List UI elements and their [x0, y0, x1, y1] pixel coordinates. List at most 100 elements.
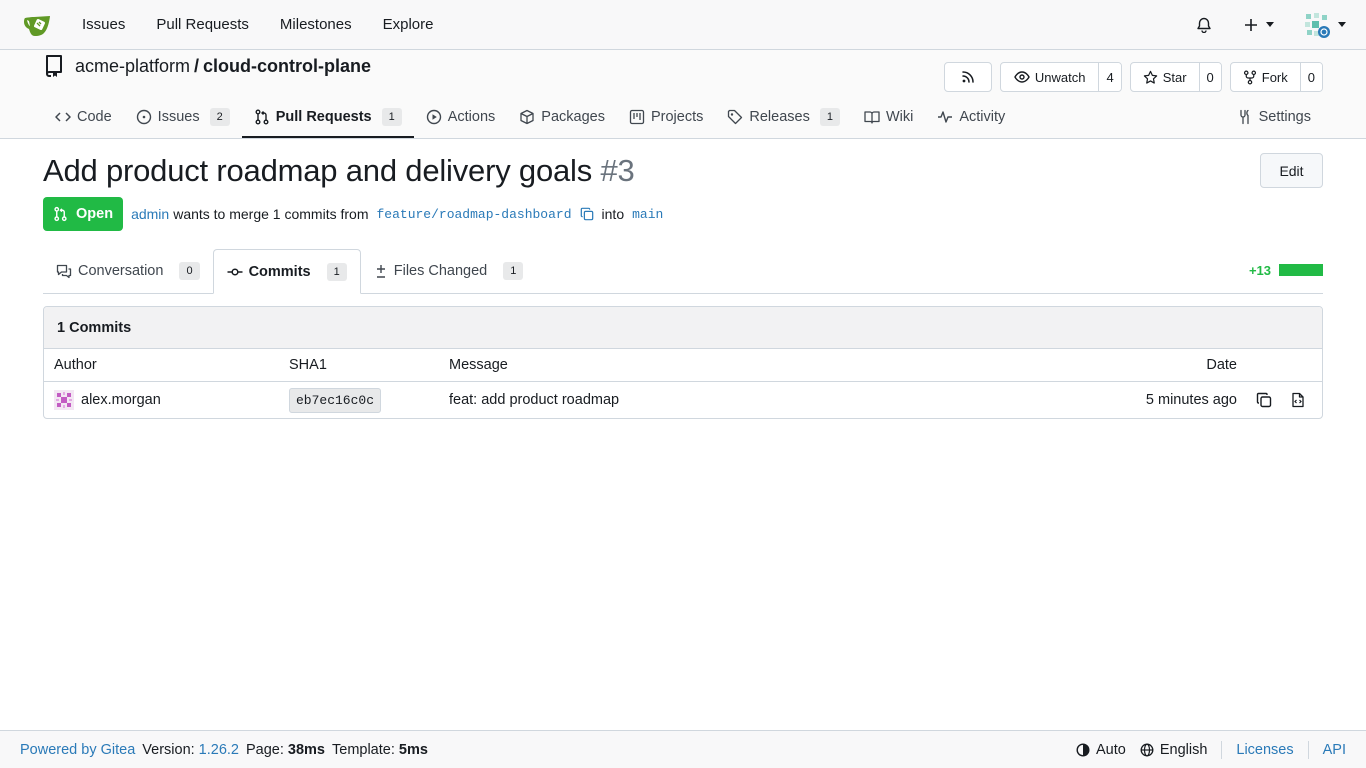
language-dropdown[interactable]: English	[1140, 742, 1207, 758]
diff-stats: +13	[1249, 247, 1323, 293]
notifications-bell-icon[interactable]	[1196, 17, 1212, 33]
tab-commits[interactable]: Commits 1	[212, 249, 361, 294]
pulls-count-badge: 1	[381, 107, 402, 126]
api-link[interactable]: API	[1323, 742, 1346, 758]
tab-packages-label: Packages	[541, 108, 605, 125]
tab-activity-label: Activity	[959, 108, 1006, 125]
star-label: Star	[1162, 69, 1187, 85]
tab-settings[interactable]: Settings	[1225, 97, 1323, 136]
tag-icon	[728, 109, 743, 124]
releases-count-badge: 1	[819, 107, 840, 126]
avatar	[1304, 12, 1330, 38]
into-text: into	[601, 206, 625, 222]
tab-issues[interactable]: Issues 2	[124, 97, 242, 136]
template-label: Template:	[332, 741, 395, 758]
tab-projects[interactable]: Projects	[617, 97, 715, 136]
plus-icon	[1245, 18, 1257, 31]
conversation-count-badge: 0	[179, 262, 200, 280]
chevron-down-icon	[1338, 22, 1346, 27]
tab-actions[interactable]: Actions	[414, 97, 508, 136]
commit-author-name: alex.morgan	[81, 392, 161, 408]
edit-button[interactable]: Edit	[1260, 153, 1323, 188]
nav-pull-requests[interactable]: Pull Requests	[156, 16, 249, 33]
tab-files-changed[interactable]: Files Changed 1	[361, 249, 537, 293]
column-sha: SHA1	[289, 357, 327, 373]
fork-icon	[1243, 70, 1256, 84]
page-label: Page:	[246, 741, 284, 758]
footer-divider	[1221, 740, 1223, 759]
repo-name-link[interactable]: cloud-control-plane	[203, 56, 371, 77]
version-label: Version:	[142, 741, 195, 758]
unwatch-button[interactable]: Unwatch	[1001, 63, 1099, 91]
stars-count[interactable]: 0	[1198, 63, 1221, 91]
repo-title: acme-platform / cloud-control-plane	[43, 54, 371, 78]
commits-heading: 1 Commits	[44, 307, 1322, 349]
nav-issues[interactable]: Issues	[82, 16, 125, 33]
rss-icon	[945, 63, 991, 91]
page-time: 38ms	[287, 741, 325, 758]
page-title: Add product roadmap and delivery goals #…	[43, 153, 635, 189]
nav-explore[interactable]: Explore	[383, 16, 434, 33]
comment-discussion-icon	[56, 264, 72, 278]
pr-author-link[interactable]: admin	[131, 206, 169, 222]
tab-pull-requests[interactable]: Pull Requests 1	[241, 97, 414, 138]
fork-button[interactable]: Fork	[1231, 63, 1300, 91]
star-icon	[1143, 70, 1157, 84]
diff-icon	[376, 264, 385, 278]
commits-count-badge: 1	[326, 262, 347, 281]
tab-releases-label: Releases	[749, 108, 810, 125]
star-button[interactable]: Star	[1131, 63, 1199, 91]
tab-packages[interactable]: Packages	[507, 97, 617, 136]
commit-sha: eb7ec16c0c	[289, 388, 382, 413]
play-icon	[426, 109, 441, 124]
tab-activity[interactable]: Activity	[925, 97, 1017, 136]
commits-table-header: Author SHA1 Message Date	[44, 349, 1322, 382]
copy-sha-icon[interactable]	[1256, 392, 1272, 408]
commit-author[interactable]: alex.morgan	[54, 390, 161, 410]
tab-code[interactable]: Code	[43, 97, 124, 136]
merge-text: wants to merge 1 commits from	[173, 206, 369, 222]
commit-message-link[interactable]: feat: add product roadmap	[449, 392, 619, 408]
tab-releases[interactable]: Releases 1	[715, 97, 852, 136]
status-badge: Open	[43, 197, 124, 231]
commits-list: 1 Commits Author SHA1 Message Date alex.…	[43, 306, 1323, 419]
commit-date: 5 minutes ago	[1145, 392, 1237, 408]
repo-owner-link[interactable]: acme-platform	[75, 56, 190, 77]
create-new-dropdown[interactable]	[1244, 18, 1274, 32]
tab-wiki[interactable]: Wiki	[852, 97, 925, 136]
base-branch-link[interactable]: main	[632, 207, 663, 222]
user-menu-dropdown[interactable]	[1304, 12, 1346, 38]
globe-icon	[1140, 743, 1154, 756]
column-message: Message	[449, 357, 508, 373]
tools-icon	[1239, 109, 1249, 124]
commit-sha-button[interactable]: eb7ec16c0c	[289, 388, 382, 413]
theme-dropdown[interactable]: Auto	[1076, 742, 1126, 758]
pr-number: #3	[600, 153, 635, 188]
watchers-count[interactable]: 4	[1098, 63, 1121, 91]
licenses-link[interactable]: Licenses	[1236, 742, 1293, 758]
issue-opened-icon	[136, 109, 151, 124]
pull-request-icon	[255, 109, 269, 124]
tab-files-label: Files Changed	[393, 263, 488, 279]
gitea-logo-icon[interactable]	[22, 9, 54, 41]
pr-title-text: Add product roadmap and delivery goals	[43, 153, 593, 188]
rss-button[interactable]	[943, 62, 992, 92]
head-branch-link[interactable]: feature/roadmap-dashboard	[376, 207, 571, 222]
commit-actions	[1256, 392, 1306, 408]
forks-count[interactable]: 0	[1299, 63, 1322, 91]
version-link[interactable]: 1.26.2	[199, 742, 239, 758]
nav-milestones[interactable]: Milestones	[280, 16, 352, 33]
footer-right: Auto English Licenses API	[1062, 740, 1346, 759]
tab-issues-label: Issues	[157, 108, 200, 125]
tab-conversation[interactable]: Conversation 0	[43, 249, 213, 293]
issues-count-badge: 2	[209, 107, 230, 126]
powered-by-link[interactable]: Powered by Gitea	[20, 742, 135, 758]
topnav-right	[1176, 12, 1346, 38]
tab-actions-label: Actions	[447, 108, 496, 125]
browse-files-icon[interactable]	[1290, 392, 1306, 408]
repo-actions: Unwatch 4 Star 0 Fork 0	[943, 62, 1323, 92]
files-count-badge: 1	[503, 262, 524, 280]
copy-branch-icon[interactable]	[580, 207, 594, 221]
repo-separator: /	[194, 55, 200, 76]
additions-count: +13	[1248, 262, 1271, 278]
